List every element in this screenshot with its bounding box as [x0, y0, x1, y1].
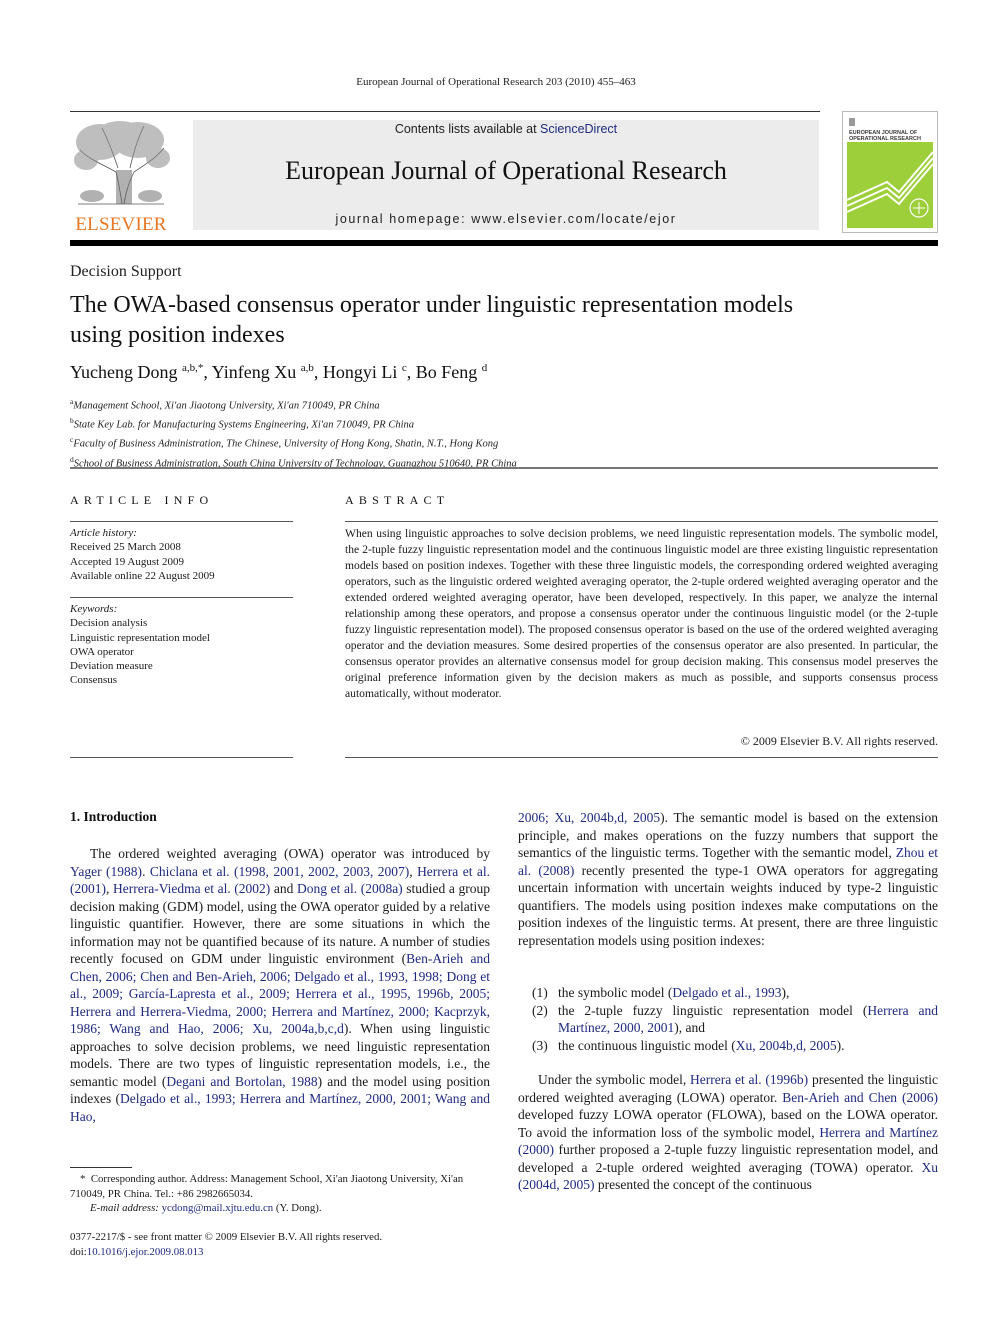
footnote-rule: [70, 1167, 132, 1168]
citation-link[interactable]: Delgado et al., 1993; Herrera and Martín…: [70, 1091, 490, 1124]
journal-banner: Contents lists available at ScienceDirec…: [193, 120, 819, 230]
citation-link[interactable]: Yager (1988): [70, 864, 142, 879]
article-section: Decision Support: [70, 263, 182, 280]
text-run: the 2-tuple fuzzy linguistic representat…: [558, 1002, 868, 1018]
contents-prefix: Contents lists available at: [394, 122, 541, 136]
citation-link[interactable]: Xu, 2004b,d, 2005: [736, 1038, 837, 1053]
cover-image: EUROPEAN JOURNAL OF OPERATIONAL RESEARCH: [847, 116, 933, 228]
divider: [345, 521, 938, 522]
text-run: recently presented the type-1 OWA operat…: [518, 862, 939, 948]
keywords: Keywords: Decision analysis Linguistic r…: [70, 603, 210, 687]
text-run: and: [270, 881, 298, 896]
paper-title: The OWA-based consensus operator under l…: [70, 292, 794, 348]
divider: [70, 521, 293, 522]
homepage-url[interactable]: www.elsevier.com/locate/ejor: [471, 212, 676, 226]
author[interactable]: Hongyi Li c: [323, 362, 407, 382]
abstract-copyright: © 2009 Elsevier B.V. All rights reserved…: [740, 734, 938, 748]
abstract-text: When using linguistic approaches to solv…: [345, 527, 938, 700]
cover-title: EUROPEAN JOURNAL OF OPERATIONAL RESEARCH: [849, 130, 921, 142]
text-run: ).: [836, 1037, 845, 1053]
position-index-models-list: (1) the symbolic model (Delgado et al., 1…: [518, 984, 938, 1054]
tree-icon: [74, 121, 170, 205]
text-run: The ordered weighted averaging (OWA) ope…: [90, 846, 490, 861]
text-run: ), and: [674, 1020, 705, 1035]
divider: [70, 597, 293, 598]
contents-line: Contents lists available at ScienceDirec…: [193, 122, 819, 136]
keyword: Consensus: [70, 674, 118, 687]
author[interactable]: Yinfeng Xu a,b: [212, 362, 314, 382]
corresponding-author-footnote: * Corresponding author. Address: Managem…: [70, 1173, 464, 1214]
homepage-label: journal homepage:: [335, 212, 472, 226]
keyword: Deviation measure: [70, 660, 153, 673]
divider: [70, 467, 938, 469]
journal-title: European Journal of Operational Research: [285, 156, 727, 185]
text-run: ),: [781, 985, 790, 1000]
article-info-heading: ARTICLE INFO: [70, 493, 214, 507]
text-run: .: [142, 863, 150, 879]
text-run: the symbolic model (: [558, 985, 673, 1000]
journal-cover-thumbnail[interactable]: EUROPEAN JOURNAL OF OPERATIONAL RESEARCH: [842, 111, 938, 233]
cover-stripes-icon: [847, 151, 933, 218]
text-run: ,: [409, 863, 418, 879]
citation-link[interactable]: Herrera et al. (1996b): [690, 1072, 808, 1087]
citation-link[interactable]: Ben-Arieh and Chen (2006): [782, 1090, 938, 1105]
elsevier-wordmark: ELSEVIER: [75, 214, 167, 235]
sciencedirect-link[interactable]: ScienceDirect: [540, 122, 617, 136]
list-item: (3) the continuous linguistic model (Xu, …: [532, 1037, 845, 1053]
imprint: 0377-2217/$ - see front matter © 2009 El…: [70, 1230, 490, 1259]
text-run: further proposed a 2-tuple fuzzy linguis…: [518, 1142, 938, 1175]
text-run: Under the symbolic model,: [538, 1072, 690, 1087]
section-heading-introduction: 1. Introduction: [70, 809, 157, 824]
header-thick-rule: [70, 240, 938, 246]
citation-link[interactable]: Dong et al. (2008a): [297, 881, 403, 896]
citation-link[interactable]: Herrera-Viedma et al. (2002): [113, 881, 270, 896]
affiliations: aManagement School, Xi'an Jiaotong Unive…: [70, 395, 517, 472]
author[interactable]: Bo Feng d: [416, 362, 488, 382]
list-item: (2) the 2-tuple fuzzy linguistic represen…: [532, 1002, 938, 1036]
issn-line: 0377-2217/$ - see front matter © 2009 El…: [70, 1231, 383, 1243]
divider: [70, 757, 293, 758]
abstract-heading: ABSTRACT: [345, 493, 450, 507]
elsevier-logo[interactable]: ELSEVIER: [70, 120, 172, 235]
affiliation: bState Key Lab. for Manufacturing System…: [70, 416, 415, 431]
author-list: Yucheng Dong a,b,*, Yinfeng Xu a,b, Hong…: [70, 362, 488, 382]
author[interactable]: Yucheng Dong a,b,*: [70, 362, 203, 382]
body-paragraph: Under the symbolic model, Herrera et al.…: [518, 1071, 938, 1194]
citation-link[interactable]: Degani and Bortolan, 1988: [166, 1074, 317, 1089]
body-paragraph: 2006; Xu, 2004b,d, 2005). The semantic m…: [518, 809, 938, 949]
affiliation: aManagement School, Xi'an Jiaotong Unive…: [70, 397, 380, 412]
divider: [345, 757, 938, 758]
header-rule: [70, 111, 820, 112]
citation-link[interactable]: Chiclana et al. (1998, 2001, 2002, 2003,…: [150, 864, 409, 879]
text-run: the continuous linguistic model (: [558, 1037, 736, 1053]
citation-link[interactable]: 2006; Xu, 2004b,d, 2005: [518, 810, 660, 825]
doi-link[interactable]: 10.1016/j.ejor.2009.08.013: [87, 1246, 204, 1258]
text-run: ,: [106, 881, 113, 896]
journal-homepage: journal homepage: www.elsevier.com/locat…: [193, 212, 819, 226]
running-head: European Journal of Operational Research…: [356, 76, 636, 88]
keyword: Linguistic representation model: [70, 631, 210, 644]
keyword: OWA operator: [70, 645, 134, 658]
affiliation: cFaculty of Business Administration, The…: [70, 435, 499, 450]
text-run: presented the concept of the continuous: [594, 1177, 812, 1192]
intro-paragraph: The ordered weighted averaging (OWA) ope…: [70, 845, 490, 1125]
citation-link[interactable]: Delgado et al., 1993: [672, 985, 781, 1000]
email-link[interactable]: ycdong@mail.xjtu.edu.cn: [162, 1202, 274, 1214]
list-item: (1) the symbolic model (Delgado et al., 1…: [532, 985, 790, 1000]
keyword: Decision analysis: [70, 617, 148, 630]
article-history: Article history: Received 25 March 2008 …: [70, 527, 215, 582]
